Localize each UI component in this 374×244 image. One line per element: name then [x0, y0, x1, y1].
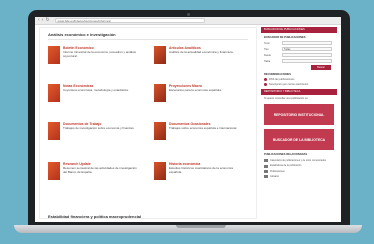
card-description: Estudios históricos cuantitativos de la …: [169, 166, 233, 174]
text-input[interactable]: [282, 41, 332, 45]
link-label[interactable]: RSS de publicaciones: [269, 78, 294, 81]
card-description: Trabajos de investigación sobre economía…: [63, 126, 135, 130]
card-documentos-trabajo[interactable]: Documentos de Trabajo Trabajos de invest…: [48, 122, 140, 144]
list-item[interactable]: Glosario: [264, 175, 337, 179]
publication-cover-icon: [48, 46, 60, 64]
related-list: Calendario de publicaciones y de otros c…: [264, 159, 337, 179]
repositorio-institucional-button[interactable]: REPOSITORIO INSTITUCIONAL: [264, 104, 334, 125]
recommendations-title: RECOMENDACIONES: [264, 73, 291, 76]
mail-icon: [264, 83, 267, 86]
search-form-title: BUSCADOR DE PUBLICACIONES: [264, 36, 306, 39]
main-content: Análisis económico e investigación Bolet…: [39, 27, 257, 219]
display: ‹ › ↻ www.bde.es/bde/es/secciones/inform…: [35, 17, 341, 222]
field-label: Hasta: [264, 59, 271, 63]
publication-cover-icon: [154, 122, 166, 140]
field-label: Texto: [264, 41, 270, 45]
field-label: Desde: [264, 53, 271, 57]
stats-icon: [264, 164, 268, 168]
card-research-update[interactable]: Research Update Resumen semestral de las…: [48, 162, 140, 184]
search-button[interactable]: Buscar: [311, 65, 331, 70]
card-description: Resumen semestral de las actividades de …: [63, 166, 137, 174]
publication-cover-icon: [154, 84, 166, 102]
section-title: Análisis económico e investigación: [48, 32, 116, 37]
book-icon: [264, 175, 268, 179]
laptop-notch: [176, 225, 226, 228]
browser-toolbar: ‹ › ↻ www.bde.es/bde/es/secciones/inform…: [35, 17, 341, 25]
document-icon: [264, 169, 268, 173]
divider: [48, 39, 248, 40]
field-label: Tipo: [264, 47, 269, 51]
camera-icon: [187, 13, 190, 16]
card-articulos-analiticos[interactable]: Artículos Analíticos Análisis de la actu…: [154, 46, 246, 68]
section-title-financial-stability: Estabilidad financiera y política macrop…: [48, 214, 142, 219]
search-row-type: Tipo Todas: [264, 47, 337, 51]
publication-cover-icon: [154, 46, 166, 64]
reload-icon[interactable]: ↻: [45, 18, 49, 23]
email-subscription-link[interactable]: Suscripción por correo electrónico: [264, 83, 337, 86]
date-from-input[interactable]: [282, 53, 332, 57]
card-description: Coyuntura económica, metodología y estad…: [63, 88, 129, 92]
address-bar[interactable]: www.bde.es/bde/es/secciones/informes/: [54, 18, 205, 23]
publication-cover-icon: [48, 122, 60, 140]
publication-cover-icon: [48, 162, 60, 180]
publication-cover-icon: [48, 84, 60, 102]
type-select[interactable]: Todas: [282, 47, 332, 51]
search-row-to: Hasta: [264, 59, 337, 63]
buscador-biblioteca-button[interactable]: BUSCADOR DE LA BIBLIOTECA: [264, 129, 334, 150]
list-item-label[interactable]: Glosario: [270, 175, 279, 178]
list-item-label[interactable]: Publicaciones: [270, 170, 285, 173]
forward-icon[interactable]: ›: [42, 18, 44, 23]
card-historia-economica[interactable]: Historia económica Estudios históricos c…: [154, 162, 246, 184]
related-title: PUBLICACIONES RELACIONADAS: [264, 153, 308, 156]
repository-note: Si quiere consultar una publicación en: [264, 97, 308, 100]
sidebar: BUSCADOR DE PUBLICACIONES BUSCADOR DE PU…: [261, 27, 337, 219]
calendar-icon: [264, 159, 268, 163]
publication-cover-icon: [154, 162, 166, 180]
card-description: Informe trimestral de la economía, recua…: [63, 50, 136, 58]
search-row-from: Desde: [264, 53, 337, 57]
card-description: Trabajos sobre economía española e inter…: [169, 126, 238, 130]
card-documentos-ocasionales[interactable]: Documentos Ocasionales Trabajos sobre ec…: [154, 122, 246, 144]
date-to-input[interactable]: [282, 59, 332, 63]
repository-header: REPOSITORIO Y BIBLIOTECA: [261, 89, 337, 95]
back-icon[interactable]: ‹: [38, 18, 40, 23]
sidebar-header: BUSCADOR DE PUBLICACIONES: [261, 27, 337, 33]
card-description: Escenarios para la economía española.: [169, 88, 222, 92]
list-item-label[interactable]: Estadísticas de la publicación: [270, 164, 301, 167]
list-item[interactable]: Calendario de publicaciones y de otros c…: [264, 159, 337, 163]
list-item-label[interactable]: Calendario de publicaciones y de otros c…: [270, 159, 326, 162]
rss-link[interactable]: RSS de publicaciones: [264, 78, 337, 81]
search-row-text: Texto: [264, 41, 337, 45]
list-item[interactable]: Publicaciones: [264, 170, 337, 173]
card-boletin-economico[interactable]: Boletín Económico Informe trimestral de …: [48, 46, 140, 68]
laptop-base: [14, 225, 362, 233]
list-item[interactable]: Estadísticas de la publicación: [264, 164, 337, 168]
rss-icon: [264, 78, 267, 81]
link-label[interactable]: Suscripción por correo electrónico: [269, 83, 308, 86]
card-proyecciones-macro[interactable]: Proyecciones Macro Escenarios para la ec…: [154, 84, 246, 106]
card-notas-economicas[interactable]: Notas Económicas Coyuntura económica, me…: [48, 84, 140, 106]
card-description: Análisis de la actualidad económica y fi…: [169, 50, 234, 54]
